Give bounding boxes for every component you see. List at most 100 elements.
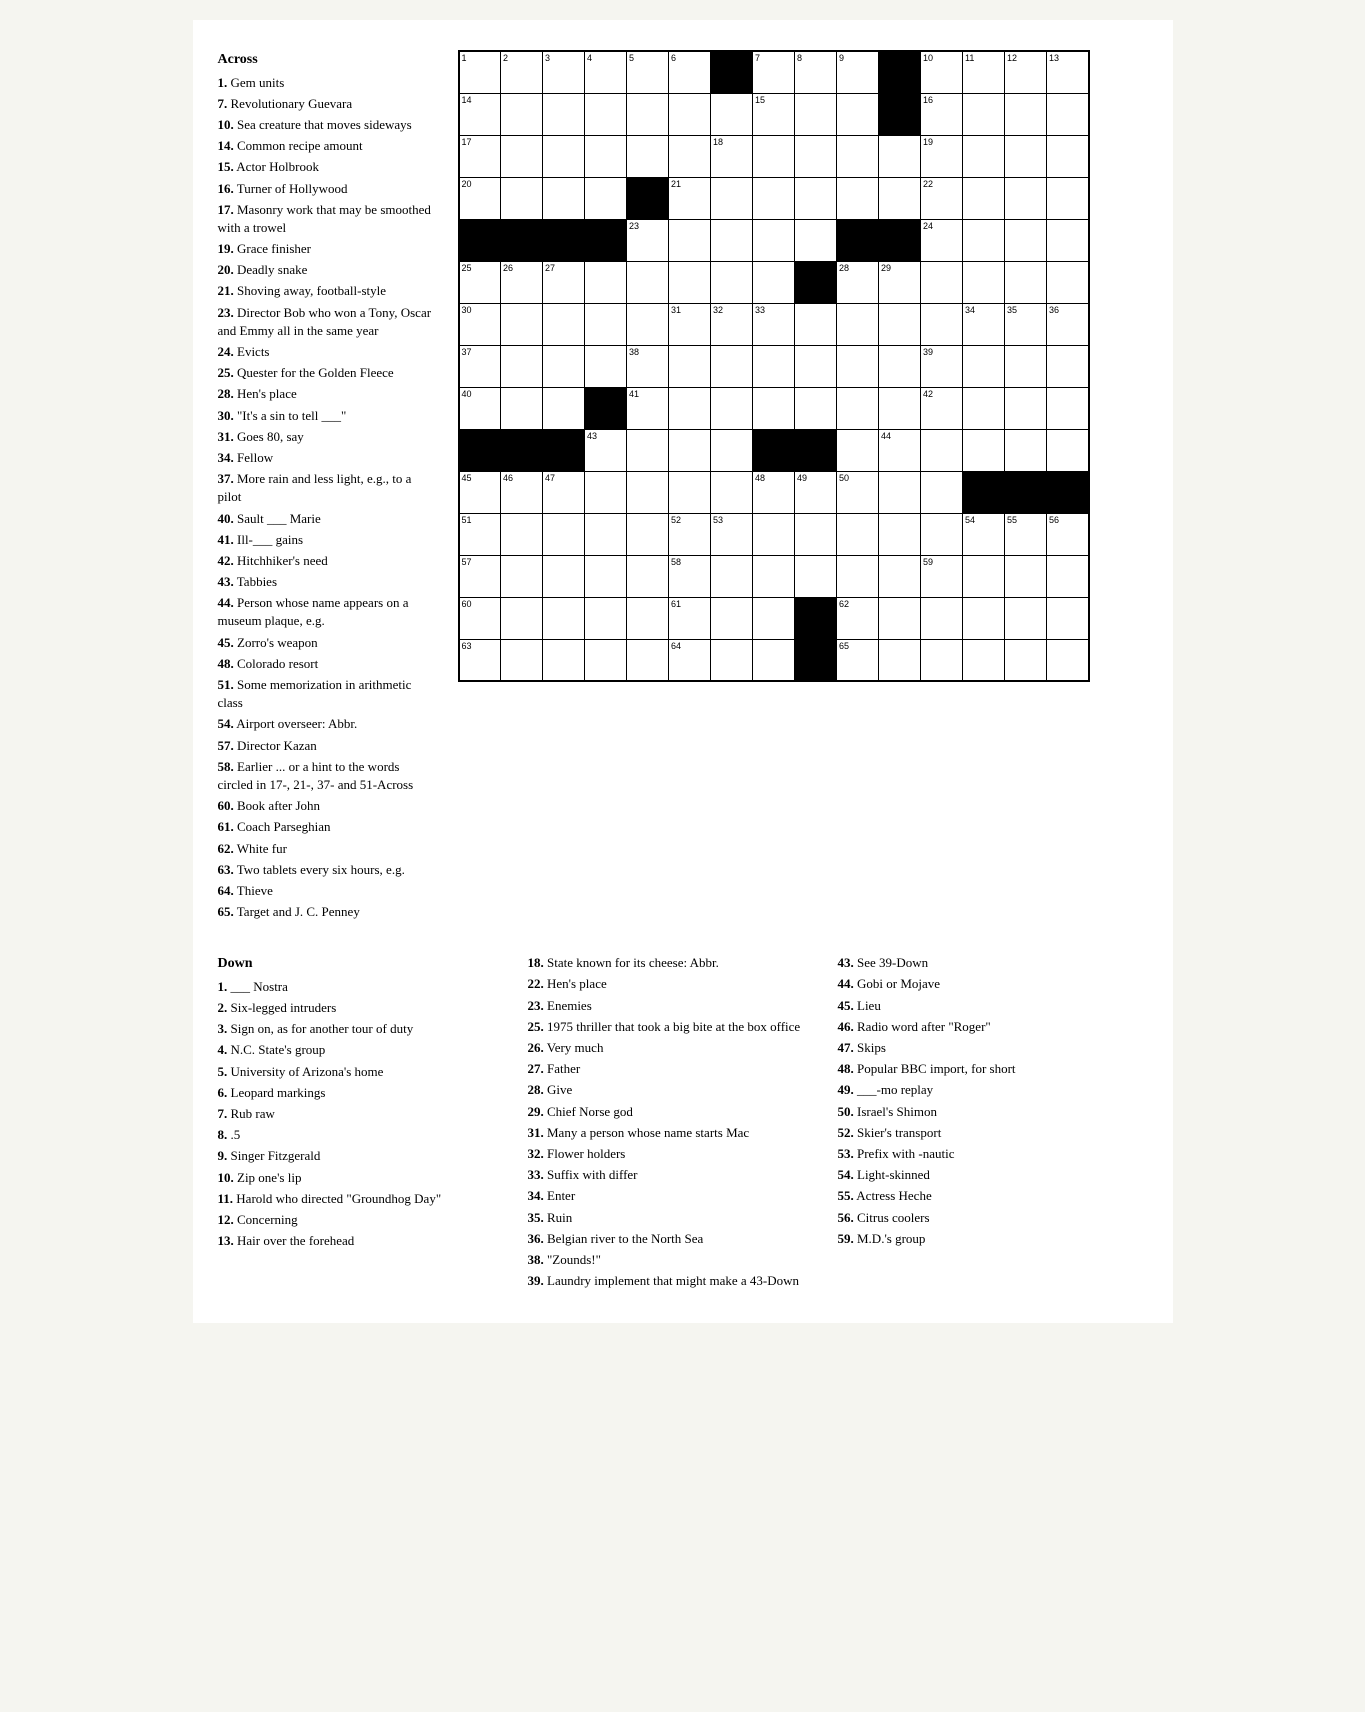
cell-8-7[interactable] bbox=[753, 387, 795, 429]
cell-14-5[interactable]: 64 bbox=[669, 639, 711, 681]
cell-5-2[interactable]: 27 bbox=[543, 261, 585, 303]
cell-3-4[interactable] bbox=[627, 177, 669, 219]
cell-12-0[interactable]: 57 bbox=[459, 555, 501, 597]
cell-10-13[interactable] bbox=[1005, 471, 1047, 513]
cell-12-4[interactable] bbox=[627, 555, 669, 597]
cell-8-2[interactable] bbox=[543, 387, 585, 429]
cell-6-10[interactable] bbox=[879, 303, 921, 345]
cell-8-4[interactable]: 41 bbox=[627, 387, 669, 429]
cell-11-1[interactable] bbox=[501, 513, 543, 555]
cell-8-5[interactable] bbox=[669, 387, 711, 429]
cell-0-8[interactable]: 8 bbox=[795, 51, 837, 93]
cell-4-14[interactable] bbox=[1047, 219, 1089, 261]
cell-4-9[interactable] bbox=[837, 219, 879, 261]
cell-3-0[interactable]: 20 bbox=[459, 177, 501, 219]
cell-7-13[interactable] bbox=[1005, 345, 1047, 387]
cell-11-8[interactable] bbox=[795, 513, 837, 555]
cell-14-3[interactable] bbox=[585, 639, 627, 681]
cell-10-11[interactable] bbox=[921, 471, 963, 513]
cell-12-8[interactable] bbox=[795, 555, 837, 597]
cell-5-13[interactable] bbox=[1005, 261, 1047, 303]
cell-11-0[interactable]: 51 bbox=[459, 513, 501, 555]
cell-6-11[interactable] bbox=[921, 303, 963, 345]
cell-8-8[interactable] bbox=[795, 387, 837, 429]
cell-10-14[interactable] bbox=[1047, 471, 1089, 513]
cell-11-9[interactable] bbox=[837, 513, 879, 555]
cell-2-13[interactable] bbox=[1005, 135, 1047, 177]
cell-12-13[interactable] bbox=[1005, 555, 1047, 597]
cell-5-3[interactable] bbox=[585, 261, 627, 303]
cell-4-2[interactable] bbox=[543, 219, 585, 261]
cell-11-11[interactable] bbox=[921, 513, 963, 555]
cell-9-13[interactable] bbox=[1005, 429, 1047, 471]
cell-7-3[interactable] bbox=[585, 345, 627, 387]
cell-10-10[interactable] bbox=[879, 471, 921, 513]
cell-9-3[interactable]: 43 bbox=[585, 429, 627, 471]
cell-4-11[interactable]: 24 bbox=[921, 219, 963, 261]
cell-13-8[interactable] bbox=[795, 597, 837, 639]
cell-9-1[interactable] bbox=[501, 429, 543, 471]
cell-14-10[interactable] bbox=[879, 639, 921, 681]
cell-10-0[interactable]: 45 bbox=[459, 471, 501, 513]
cell-6-4[interactable] bbox=[627, 303, 669, 345]
cell-3-14[interactable] bbox=[1047, 177, 1089, 219]
cell-7-14[interactable] bbox=[1047, 345, 1089, 387]
cell-13-0[interactable]: 60 bbox=[459, 597, 501, 639]
cell-4-10[interactable] bbox=[879, 219, 921, 261]
cell-5-9[interactable]: 28 bbox=[837, 261, 879, 303]
cell-14-6[interactable] bbox=[711, 639, 753, 681]
cell-12-6[interactable] bbox=[711, 555, 753, 597]
cell-8-6[interactable] bbox=[711, 387, 753, 429]
cell-8-13[interactable] bbox=[1005, 387, 1047, 429]
cell-5-12[interactable] bbox=[963, 261, 1005, 303]
cell-5-4[interactable] bbox=[627, 261, 669, 303]
cell-2-2[interactable] bbox=[543, 135, 585, 177]
cell-10-3[interactable] bbox=[585, 471, 627, 513]
cell-0-1[interactable]: 2 bbox=[501, 51, 543, 93]
cell-7-7[interactable] bbox=[753, 345, 795, 387]
cell-12-5[interactable]: 58 bbox=[669, 555, 711, 597]
cell-3-5[interactable]: 21 bbox=[669, 177, 711, 219]
cell-11-7[interactable] bbox=[753, 513, 795, 555]
cell-6-9[interactable] bbox=[837, 303, 879, 345]
cell-13-10[interactable] bbox=[879, 597, 921, 639]
cell-7-0[interactable]: 37 bbox=[459, 345, 501, 387]
cell-7-11[interactable]: 39 bbox=[921, 345, 963, 387]
cell-3-3[interactable] bbox=[585, 177, 627, 219]
cell-8-10[interactable] bbox=[879, 387, 921, 429]
cell-10-5[interactable] bbox=[669, 471, 711, 513]
cell-2-6[interactable]: 18 bbox=[711, 135, 753, 177]
cell-9-7[interactable] bbox=[753, 429, 795, 471]
cell-13-2[interactable] bbox=[543, 597, 585, 639]
cell-7-4[interactable]: 38 bbox=[627, 345, 669, 387]
cell-0-3[interactable]: 4 bbox=[585, 51, 627, 93]
cell-10-8[interactable]: 49 bbox=[795, 471, 837, 513]
cell-5-8[interactable] bbox=[795, 261, 837, 303]
cell-6-1[interactable] bbox=[501, 303, 543, 345]
cell-3-11[interactable]: 22 bbox=[921, 177, 963, 219]
cell-5-10[interactable]: 29 bbox=[879, 261, 921, 303]
cell-1-11[interactable]: 16 bbox=[921, 93, 963, 135]
cell-14-1[interactable] bbox=[501, 639, 543, 681]
cell-6-2[interactable] bbox=[543, 303, 585, 345]
cell-9-5[interactable] bbox=[669, 429, 711, 471]
cell-9-0[interactable] bbox=[459, 429, 501, 471]
cell-12-14[interactable] bbox=[1047, 555, 1089, 597]
cell-0-9[interactable]: 9 bbox=[837, 51, 879, 93]
cell-2-5[interactable] bbox=[669, 135, 711, 177]
cell-14-13[interactable] bbox=[1005, 639, 1047, 681]
cell-2-3[interactable] bbox=[585, 135, 627, 177]
cell-14-0[interactable]: 63 bbox=[459, 639, 501, 681]
cell-2-0[interactable]: 17 bbox=[459, 135, 501, 177]
cell-11-5[interactable]: 52 bbox=[669, 513, 711, 555]
cell-6-7[interactable]: 33 bbox=[753, 303, 795, 345]
cell-9-4[interactable] bbox=[627, 429, 669, 471]
cell-11-2[interactable] bbox=[543, 513, 585, 555]
cell-13-4[interactable] bbox=[627, 597, 669, 639]
cell-2-7[interactable] bbox=[753, 135, 795, 177]
cell-4-0[interactable] bbox=[459, 219, 501, 261]
cell-11-4[interactable] bbox=[627, 513, 669, 555]
cell-1-3[interactable] bbox=[585, 93, 627, 135]
cell-3-9[interactable] bbox=[837, 177, 879, 219]
cell-9-10[interactable]: 44 bbox=[879, 429, 921, 471]
